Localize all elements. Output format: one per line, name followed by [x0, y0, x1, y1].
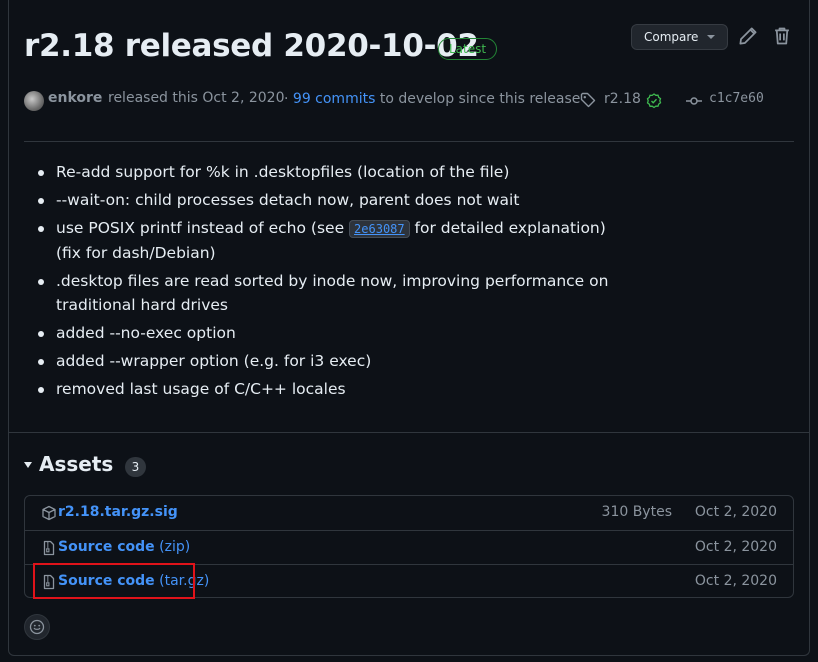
asset-link[interactable]: r2.18.tar.gz.sig: [58, 504, 178, 520]
note-item: .desktop files are read sorted by inode …: [38, 269, 616, 317]
package-icon: [42, 505, 56, 521]
asset-date: Oct 2, 2020: [694, 539, 777, 555]
asset-row: r2.18.tar.gz.sig 310 Bytes Oct 2, 2020: [25, 496, 793, 530]
release-title[interactable]: r2.18 released 2020-10-02: [24, 28, 479, 64]
note-item: use POSIX printf instead of echo (see 2e…: [38, 216, 616, 265]
asset-size: 310 Bytes: [601, 504, 672, 520]
caret-down-icon: [707, 35, 715, 39]
commits-suffix: to develop since this release: [375, 91, 581, 107]
add-reaction-button[interactable]: [24, 614, 50, 640]
verified-icon[interactable]: [646, 93, 662, 109]
note-text: use POSIX printf instead of echo (see: [56, 219, 350, 237]
divider: [8, 432, 810, 433]
tag-icon: [580, 92, 596, 108]
latest-badge: Latest: [438, 38, 498, 60]
note-item: --wait-on: child processes detach now, p…: [38, 188, 616, 212]
highlight-box: [33, 563, 195, 599]
released-text: released this Oct 2, 2020: [108, 90, 285, 106]
note-item: added --wrapper option (e.g. for i3 exec…: [38, 349, 616, 373]
commit-sha-link[interactable]: c1c7e60: [709, 91, 764, 106]
assets-count-badge: 3: [125, 457, 146, 477]
note-item: removed last usage of C/C++ locales: [38, 377, 616, 401]
assets-heading: Assets: [39, 452, 114, 476]
asset-name: Source code: [58, 539, 155, 555]
commits-prefix: ·: [284, 91, 293, 107]
trash-icon[interactable]: [772, 26, 792, 46]
author-link[interactable]: enkore: [48, 90, 102, 106]
commits-info: · 99 commits to develop since this relea…: [284, 91, 580, 107]
asset-date: Oct 2, 2020: [694, 504, 777, 520]
asset-link[interactable]: Source code (zip): [58, 539, 190, 555]
release-notes: Re-add support for %k in .desktopfiles (…: [38, 160, 616, 405]
divider: [24, 141, 794, 142]
note-item: Re-add support for %k in .desktopfiles (…: [38, 160, 616, 184]
triangle-down-icon: [24, 462, 32, 468]
asset-name: r2.18.tar.gz.sig: [58, 504, 178, 520]
smiley-icon: [29, 619, 45, 635]
asset-format: (zip): [154, 539, 191, 555]
asset-date: Oct 2, 2020: [694, 573, 777, 589]
compare-label: Compare: [644, 30, 699, 44]
tag-link[interactable]: r2.18: [604, 91, 641, 107]
git-commit-icon: [686, 97, 702, 105]
note-item: added --no-exec option: [38, 321, 616, 345]
compare-button[interactable]: Compare: [631, 24, 728, 50]
file-zip-icon: [43, 540, 55, 556]
asset-row: Source code (zip) Oct 2, 2020: [25, 530, 793, 565]
commit-ref-link[interactable]: 2e63087: [349, 220, 410, 238]
pencil-icon[interactable]: [738, 26, 758, 46]
commits-link[interactable]: 99 commits: [293, 91, 375, 107]
release-meta: enkore released this Oct 2, 2020 · 99 co…: [24, 88, 794, 112]
avatar[interactable]: [24, 91, 44, 111]
